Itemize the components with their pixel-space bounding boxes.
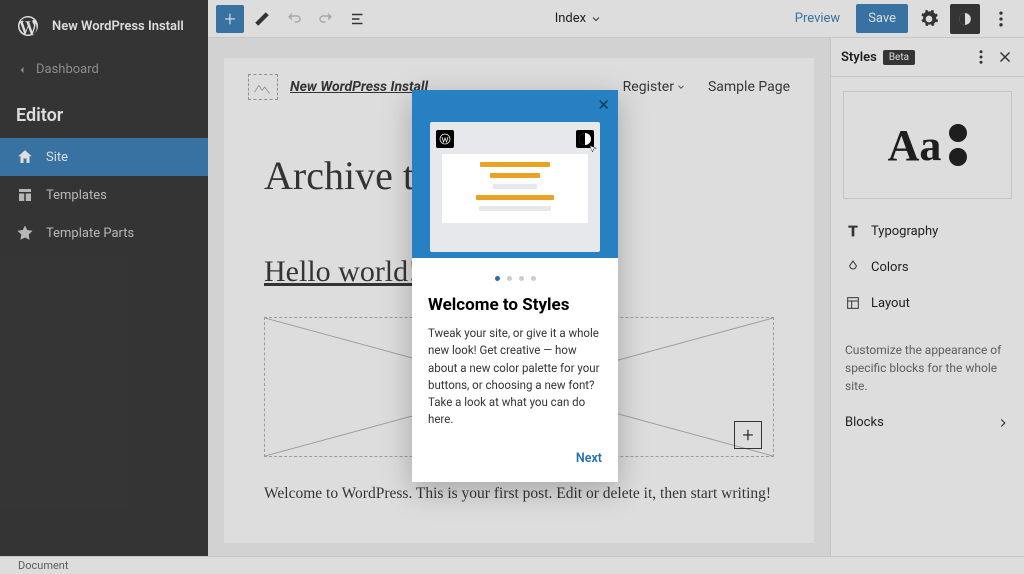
modal-close-button[interactable]: ✕ xyxy=(597,96,610,114)
hero-wp-icon xyxy=(436,130,454,148)
modal-pagination[interactable] xyxy=(428,276,602,281)
modal-next-button[interactable]: Next xyxy=(576,451,602,466)
modal-hero: ✕ xyxy=(412,90,618,258)
hero-styles-icon xyxy=(576,130,594,148)
modal-text: Tweak your site, or give it a whole new … xyxy=(428,325,602,429)
modal-title: Welcome to Styles xyxy=(428,295,602,315)
cursor-icon xyxy=(588,144,598,154)
welcome-modal: ✕ Welcome to Styles Tweak your site xyxy=(412,90,618,482)
